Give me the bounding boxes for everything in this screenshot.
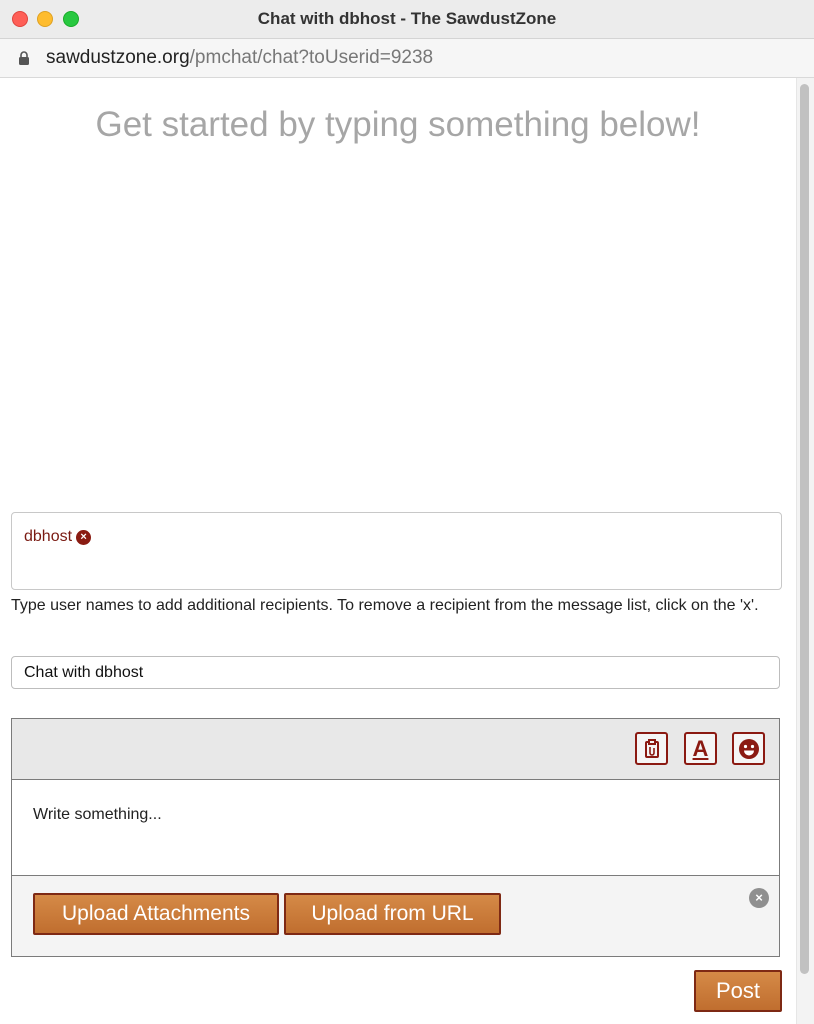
attachment-icon <box>644 738 659 758</box>
url-domain: sawdustzone.org <box>46 47 190 68</box>
recipient-name: dbhost <box>24 528 73 545</box>
subject-input[interactable]: Chat with dbhost <box>11 656 780 689</box>
font-style-button[interactable]: A <box>684 732 717 765</box>
lock-icon <box>19 51 29 65</box>
url-path: /pmchat/chat?toUserid=9238 <box>189 47 434 68</box>
window-titlebar: Chat with dbhost - The SawdustZone <box>0 0 814 39</box>
editor-toolbar: A <box>12 719 779 780</box>
message-textarea[interactable]: Write something... <box>12 780 779 876</box>
close-circle-icon[interactable]: × <box>749 888 769 908</box>
emoji-button[interactable] <box>732 732 765 765</box>
recipients-field[interactable]: dbhost × <box>11 512 782 590</box>
chat-empty-message: Get started by typing something below! <box>95 105 701 144</box>
message-editor: A Write something... Upload Attachments … <box>11 718 780 957</box>
recipient-chip: dbhost × <box>24 528 92 546</box>
upload-attachments-button[interactable]: Upload Attachments <box>33 893 279 935</box>
message-placeholder: Write something... <box>33 806 162 823</box>
font-style-icon: A <box>692 735 709 761</box>
post-button[interactable]: Post <box>694 970 782 1012</box>
scrollbar-thumb[interactable] <box>800 84 809 974</box>
remove-recipient-icon[interactable]: × <box>76 529 92 545</box>
window-title: Chat with dbhost - The SawdustZone <box>257 9 557 28</box>
smiley-icon <box>738 738 759 759</box>
upload-panel: Upload Attachments Upload from URL × <box>12 876 779 956</box>
recipients-help-text: Type user names to add additional recipi… <box>11 597 759 614</box>
upload-from-url-button[interactable]: Upload from URL <box>284 893 501 935</box>
address-url[interactable]: sawdustzone.org/pmchat/chat?toUserid=923… <box>46 47 433 69</box>
attachment-button[interactable] <box>635 732 668 765</box>
